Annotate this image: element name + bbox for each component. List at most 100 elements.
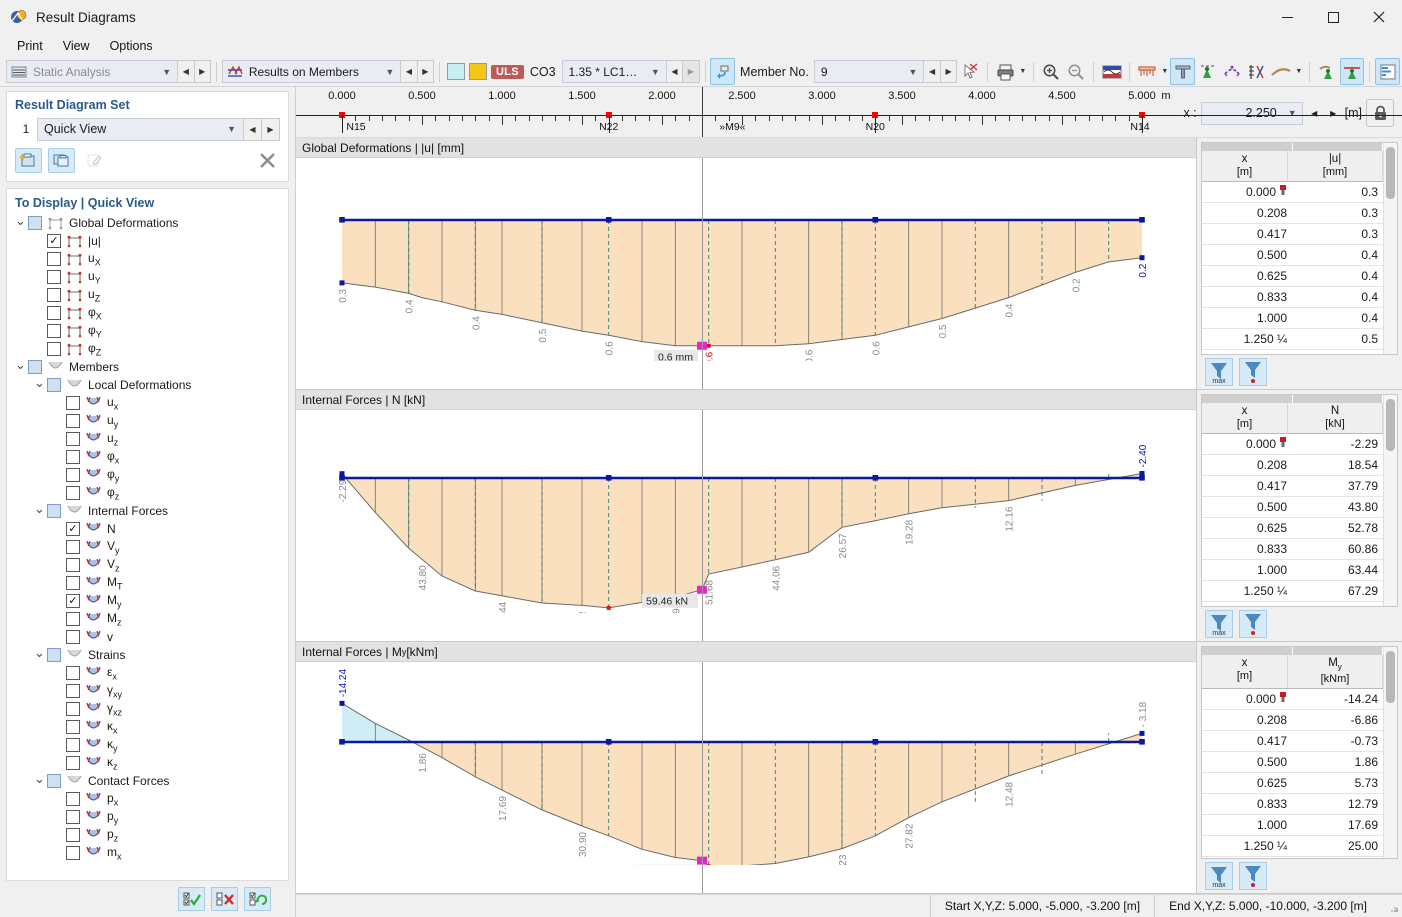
tree-item[interactable]: Mz: [7, 610, 288, 628]
tree-checkbox[interactable]: [66, 684, 80, 698]
x-next-button[interactable]: ▶: [1326, 103, 1341, 124]
tree-item[interactable]: Vy: [7, 538, 288, 556]
table-row[interactable]: 0.625 52.78: [1202, 518, 1383, 539]
print-button[interactable]: [993, 58, 1018, 85]
tree-checkbox[interactable]: [66, 702, 80, 716]
refresh-selection-button[interactable]: [244, 887, 271, 911]
smooth-curve-button[interactable]: [1269, 58, 1294, 85]
edit-set-button[interactable]: [81, 148, 108, 173]
tree-item[interactable]: uy: [7, 412, 288, 430]
tree-item[interactable]: uX: [7, 250, 288, 268]
diagram-canvas[interactable]: 1.8617.6930.9045.7344.7039.2327.8212.48-…: [296, 662, 1196, 893]
table-row[interactable]: 0.500 0.4: [1202, 245, 1383, 266]
tree-item[interactable]: κx: [7, 718, 288, 736]
table-row[interactable]: 0.000 -14.24: [1202, 689, 1383, 711]
load-combination-combo[interactable]: 1.35 * LC1 + 1... ▼: [561, 60, 667, 83]
new-set-button[interactable]: [15, 148, 42, 173]
tree-checkbox[interactable]: [66, 432, 80, 446]
tree-checkbox[interactable]: [66, 612, 80, 626]
table-row[interactable]: 0.000 0.3: [1202, 182, 1383, 203]
tree-checkbox[interactable]: ✓: [47, 234, 61, 248]
analysis-prev-button[interactable]: ◀: [178, 60, 195, 83]
tree-checkbox[interactable]: [66, 828, 80, 842]
menu-view[interactable]: View: [54, 37, 99, 55]
tree-checkbox[interactable]: [47, 270, 61, 284]
tree-item[interactable]: ⌄ Global Deformations: [7, 214, 288, 232]
table-row[interactable]: 1.500 68.62: [1202, 602, 1383, 606]
tree-checkbox[interactable]: [66, 558, 80, 572]
tree-item[interactable]: φz: [7, 484, 288, 502]
filter-point-button[interactable]: [1239, 862, 1267, 890]
tree-checkbox[interactable]: [66, 576, 80, 590]
lock-button[interactable]: [1366, 99, 1394, 127]
show-nodes-button[interactable]: [1195, 58, 1220, 85]
chevron-down-icon[interactable]: ⌄: [13, 358, 28, 372]
tree-item[interactable]: φX: [7, 304, 288, 322]
results-next-button[interactable]: ▶: [417, 60, 435, 83]
tree-item[interactable]: pz: [7, 826, 288, 844]
tree-checkbox[interactable]: [47, 504, 61, 518]
diagram-canvas[interactable]: 43.8063.4468.6269.9463.9851.6844.0626.57…: [296, 410, 1196, 641]
distribution-diagram-button[interactable]: [1135, 58, 1160, 85]
tree-checkbox[interactable]: ✓: [66, 594, 80, 608]
support-reactions-button[interactable]: [1315, 58, 1340, 85]
filter-max-button[interactable]: max: [1205, 610, 1233, 638]
tree-checkbox[interactable]: [66, 540, 80, 554]
table-row[interactable]: 1.500 0.5: [1202, 350, 1383, 354]
diagram-cursor-line[interactable]: [702, 158, 703, 389]
maximize-button[interactable]: [1310, 0, 1356, 34]
tree-checkbox[interactable]: [47, 324, 61, 338]
show-support-button[interactable]: [1170, 58, 1195, 85]
analysis-next-button[interactable]: ▶: [194, 60, 211, 83]
tree-checkbox[interactable]: [66, 846, 80, 860]
table-scrollbar[interactable]: [1383, 143, 1397, 354]
print-dropdown-icon[interactable]: ▼: [1017, 59, 1028, 84]
tree-checkbox[interactable]: [47, 306, 61, 320]
chevron-down-icon[interactable]: ⌄: [13, 214, 28, 228]
tree-item[interactable]: py: [7, 808, 288, 826]
scrollbar-thumb[interactable]: [1386, 399, 1395, 451]
tree-item[interactable]: κz: [7, 754, 288, 772]
result-table-button[interactable]: [1375, 58, 1400, 85]
tree-checkbox[interactable]: [66, 414, 80, 428]
tree-item[interactable]: uY: [7, 268, 288, 286]
table-row[interactable]: 1.50030.90: [1202, 857, 1383, 858]
table-row[interactable]: 1.250 ¼ 0.5: [1202, 329, 1383, 350]
member-prev-button[interactable]: ◀: [924, 60, 941, 83]
tree-item[interactable]: px: [7, 790, 288, 808]
check-all-button[interactable]: [178, 887, 205, 911]
set-prev-button[interactable]: ◀: [244, 117, 262, 141]
tree-checkbox[interactable]: [66, 468, 80, 482]
tree-item[interactable]: γxy: [7, 682, 288, 700]
chevron-down-icon[interactable]: ⌄: [32, 646, 47, 660]
zoom-in-button[interactable]: [1039, 58, 1064, 85]
tree-item[interactable]: ux: [7, 394, 288, 412]
tree-item[interactable]: ⌄ Members: [7, 358, 288, 376]
deselect-cursor-icon[interactable]: [957, 58, 982, 85]
show-deformations-button[interactable]: [1220, 58, 1245, 85]
set-name-combo[interactable]: Quick View ▼: [37, 117, 244, 141]
chevron-down-icon[interactable]: ⌄: [32, 772, 47, 786]
tree-checkbox[interactable]: [66, 756, 80, 770]
tree-checkbox[interactable]: [66, 810, 80, 824]
tree-item[interactable]: uz: [7, 430, 288, 448]
filter-point-button[interactable]: [1239, 358, 1267, 386]
tree-item[interactable]: Vz: [7, 556, 288, 574]
load-combination-next-button[interactable]: ▶: [683, 60, 700, 83]
table-row[interactable]: 0.000 -2.29: [1202, 434, 1383, 455]
table-resize-strip[interactable]: [1202, 647, 1383, 655]
tree-item[interactable]: ✓ My: [7, 592, 288, 610]
scrollbar-thumb[interactable]: [1386, 651, 1395, 703]
chevron-down-icon[interactable]: ⌄: [32, 502, 47, 516]
tree-checkbox[interactable]: [47, 378, 61, 392]
tree-checkbox[interactable]: [28, 216, 42, 230]
tree-item[interactable]: ✓ |u|: [7, 232, 288, 250]
member-next-button[interactable]: ▶: [940, 60, 958, 83]
select-member-button[interactable]: [710, 58, 736, 85]
member-no-combo[interactable]: 9 ▼: [813, 60, 925, 83]
section-values-button[interactable]: [1244, 58, 1269, 85]
smooth-dropdown-icon[interactable]: ▼: [1293, 59, 1304, 84]
table-scrollbar[interactable]: [1383, 395, 1397, 606]
tree-item[interactable]: ✓ N: [7, 520, 288, 538]
results-type-combo[interactable]: Results on Members ▼: [221, 60, 402, 83]
